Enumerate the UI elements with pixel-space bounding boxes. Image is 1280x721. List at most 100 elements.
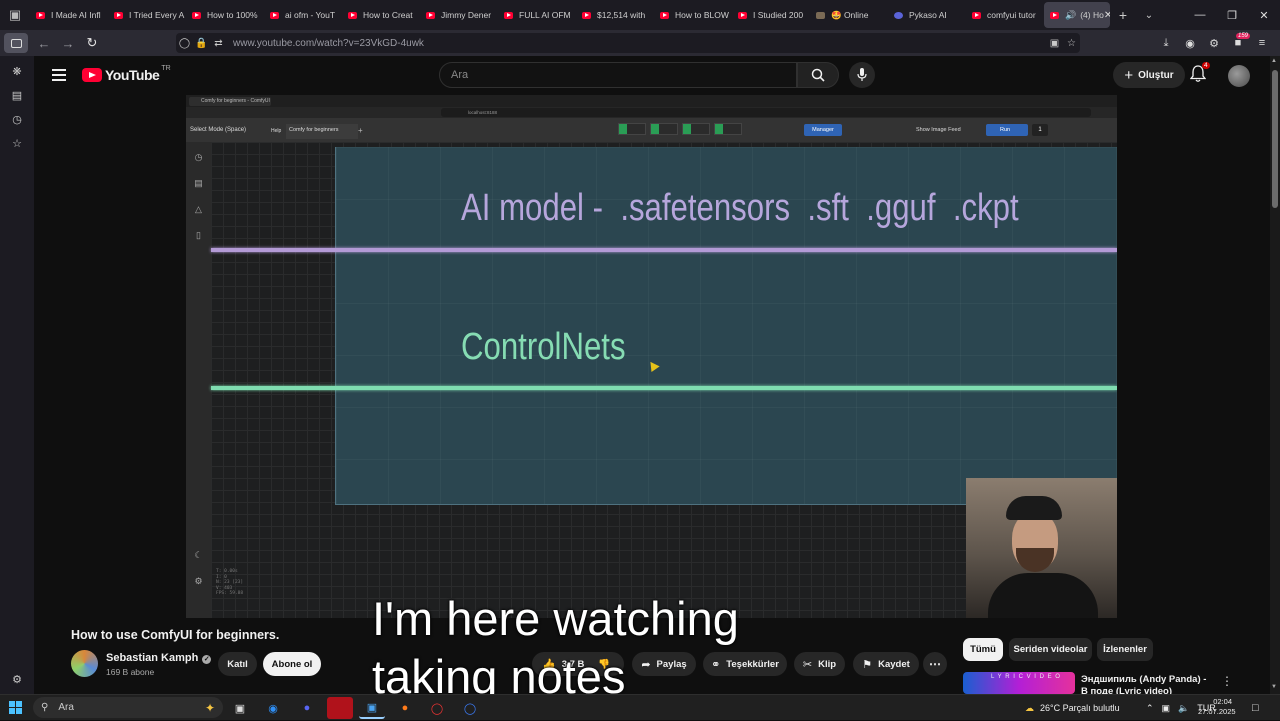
sidebar-toggle-icon[interactable] — [4, 33, 28, 53]
taskbar-clock[interactable]: 02:04 27.07.2025 — [1198, 697, 1236, 717]
chip-watched[interactable]: İzlenenler — [1097, 638, 1153, 661]
address-bar[interactable]: ◯ 🔒 ⇄ www.youtube.com/watch?v=23VkGD-4uw… — [176, 33, 1080, 53]
join-button[interactable]: Katıl — [218, 652, 257, 676]
window-app-icon[interactable]: ▣ — [359, 697, 385, 719]
list-all-tabs-icon[interactable]: ⌄ — [1136, 10, 1162, 21]
reload-icon[interactable]: ↻ — [80, 35, 104, 51]
browser-tab[interactable]: Jimmy Dener — [420, 2, 498, 28]
browser-tab[interactable]: 🔊 (4) Ho ✕ — [1044, 2, 1110, 28]
search-button[interactable] — [797, 62, 839, 88]
back-icon[interactable]: ← — [32, 36, 56, 51]
red-app-icon[interactable] — [327, 697, 353, 719]
close-window-icon[interactable]: ✕ — [1248, 0, 1280, 30]
voice-search-button[interactable] — [849, 62, 875, 88]
settings-gear-icon: ⚙ — [194, 576, 203, 586]
restore-icon[interactable]: ❐ — [1216, 0, 1248, 30]
show-hidden-icons-icon[interactable]: ⌃ — [1146, 703, 1154, 714]
subscribe-button[interactable]: Abone ol — [263, 652, 321, 676]
browser-tab[interactable]: ai ofm - YouT — [264, 2, 342, 28]
sidebar-ai-icon[interactable]: ❋ — [0, 60, 34, 84]
recommended-more-icon[interactable]: ⋮ — [1221, 674, 1233, 688]
browser-tab[interactable]: $12,514 with — [576, 2, 654, 28]
browser-tab[interactable]: How to 100% — [186, 2, 264, 28]
shield-icon[interactable]: ◯ — [176, 38, 193, 49]
video-frame-batch-count: 1 — [1032, 124, 1048, 136]
clock-time: 02:04 — [1213, 697, 1232, 706]
browser-tab[interactable]: Pykaso AI — [888, 2, 966, 28]
sidebar-bookmarks-icon[interactable]: ☆ — [0, 132, 34, 156]
video-frame-url: localhost:8188 — [441, 108, 1091, 117]
more-actions-icon[interactable]: ⋯ — [923, 652, 947, 676]
notifications-button[interactable]: 4 — [1189, 62, 1210, 85]
chip-all[interactable]: Tümü — [963, 638, 1003, 661]
video-frame-address-row: localhost:8188 — [186, 107, 1117, 118]
scroll-up-icon[interactable]: ▲ — [1271, 58, 1277, 64]
browser-tab[interactable]: comfyui tutor — [966, 2, 1044, 28]
discord-icon[interactable]: ● — [294, 697, 320, 719]
youtube-icon — [972, 11, 981, 19]
browser-tab[interactable]: How to Creat — [342, 2, 420, 28]
browser-tab[interactable]: FULL AI OFM — [498, 2, 576, 28]
video-player[interactable]: Comfy for beginners - ComfyUI localhost:… — [186, 95, 1117, 618]
history-icon: ◷ — [194, 152, 203, 162]
sidebar-synced-tabs-icon[interactable]: ▤ — [0, 84, 34, 108]
youtube-icon — [504, 11, 513, 19]
sidebar-settings-icon[interactable]: ⚙ — [0, 668, 34, 692]
volume-icon[interactable]: 🔈 — [1178, 703, 1189, 714]
tab-label: FULL AI OFM — [519, 10, 571, 20]
search-icon — [811, 68, 825, 82]
browser-tab[interactable]: How to BLOW — [654, 2, 732, 28]
url-text[interactable]: www.youtube.com/watch?v=23VkGD-4uwk — [233, 38, 424, 49]
obs-icon[interactable]: ◯ — [424, 697, 450, 719]
weather-widget[interactable]: ☁ 26°C Parçalı bulutlu — [1025, 695, 1120, 721]
recommended-thumbnail[interactable]: L Y R I C V I D E O — [963, 672, 1075, 694]
lock-icon[interactable]: 🔒 — [193, 38, 210, 49]
outlook-icon[interactable]: ◉ — [260, 697, 286, 719]
browser-tab[interactable]: I Studied 200 — [732, 2, 810, 28]
notification-center-icon[interactable]: □ — [1252, 695, 1259, 721]
search-highlight-icon: ✦ — [204, 700, 215, 715]
create-button[interactable]: + Oluştur — [1113, 62, 1185, 88]
bookmark-star-icon[interactable]: ☆ — [1063, 38, 1080, 49]
forward-icon[interactable]: → — [56, 36, 80, 51]
channel-avatar[interactable] — [71, 650, 98, 677]
chip-series-videos[interactable]: Seriden videolar — [1009, 638, 1092, 661]
channel-name[interactable]: Sebastian Kamph ✓ — [106, 652, 212, 664]
sidebar-history-icon[interactable]: ◷ — [0, 108, 34, 132]
network-icon[interactable]: ▣ — [1162, 703, 1171, 714]
taskbar-search[interactable]: ⚲ Ara ✦ — [33, 697, 223, 718]
video-frame-run-button: Run — [986, 124, 1028, 136]
app-c-icon[interactable]: ◯ — [457, 697, 483, 719]
page-scrollbar[interactable]: ▲ ▼ — [1270, 56, 1280, 694]
account-icon[interactable]: ◉ — [1178, 37, 1202, 50]
firefox-icon[interactable]: ● — [392, 697, 418, 719]
scrollbar-thumb[interactable] — [1272, 70, 1278, 208]
save-button[interactable]: ⚑ Kaydet — [853, 652, 919, 676]
channel-name-text[interactable]: Sebastian Kamph — [106, 652, 198, 664]
adblock-extension-icon[interactable]: ■ 159 — [1226, 33, 1250, 49]
minimize-icon[interactable]: — — [1184, 0, 1216, 30]
queue-icon: ▤ — [194, 178, 203, 188]
video-frame-tab-title: Comfy for beginners - ComfyUI — [189, 97, 271, 106]
downloads-icon[interactable]: ⤓ — [1154, 37, 1178, 50]
menu-hamburger-icon[interactable] — [52, 69, 66, 84]
task-view-icon[interactable]: ▣ — [227, 697, 253, 719]
windows-start-icon[interactable] — [9, 701, 22, 714]
account-avatar[interactable] — [1228, 65, 1250, 87]
reader-view-icon[interactable]: ▣ — [1046, 38, 1063, 49]
extensions-icon[interactable]: ⚙ — [1202, 37, 1226, 50]
browser-tab[interactable]: 🤩 Online — [810, 2, 888, 28]
search-input[interactable]: Ara — [439, 62, 797, 88]
permissions-icon[interactable]: ⇄ — [210, 38, 227, 49]
new-tab-button[interactable]: + — [1110, 7, 1136, 23]
browser-tab[interactable]: I Tried Every A — [108, 2, 186, 28]
clip-button[interactable]: ✂ Klip — [794, 652, 845, 676]
speaker-icon[interactable]: 🔊 — [1065, 10, 1076, 21]
close-tab-icon[interactable]: ✕ — [1104, 10, 1110, 21]
browser-tab[interactable]: I Made AI Infl — [30, 2, 108, 28]
scroll-down-icon[interactable]: ▼ — [1271, 684, 1277, 690]
youtube-left-gutter — [34, 96, 70, 694]
menu-icon[interactable]: ≡ — [1250, 37, 1274, 49]
tab-overview-icon[interactable]: ▣ — [0, 0, 30, 30]
youtube-logo[interactable]: YouTube TR — [82, 65, 171, 83]
